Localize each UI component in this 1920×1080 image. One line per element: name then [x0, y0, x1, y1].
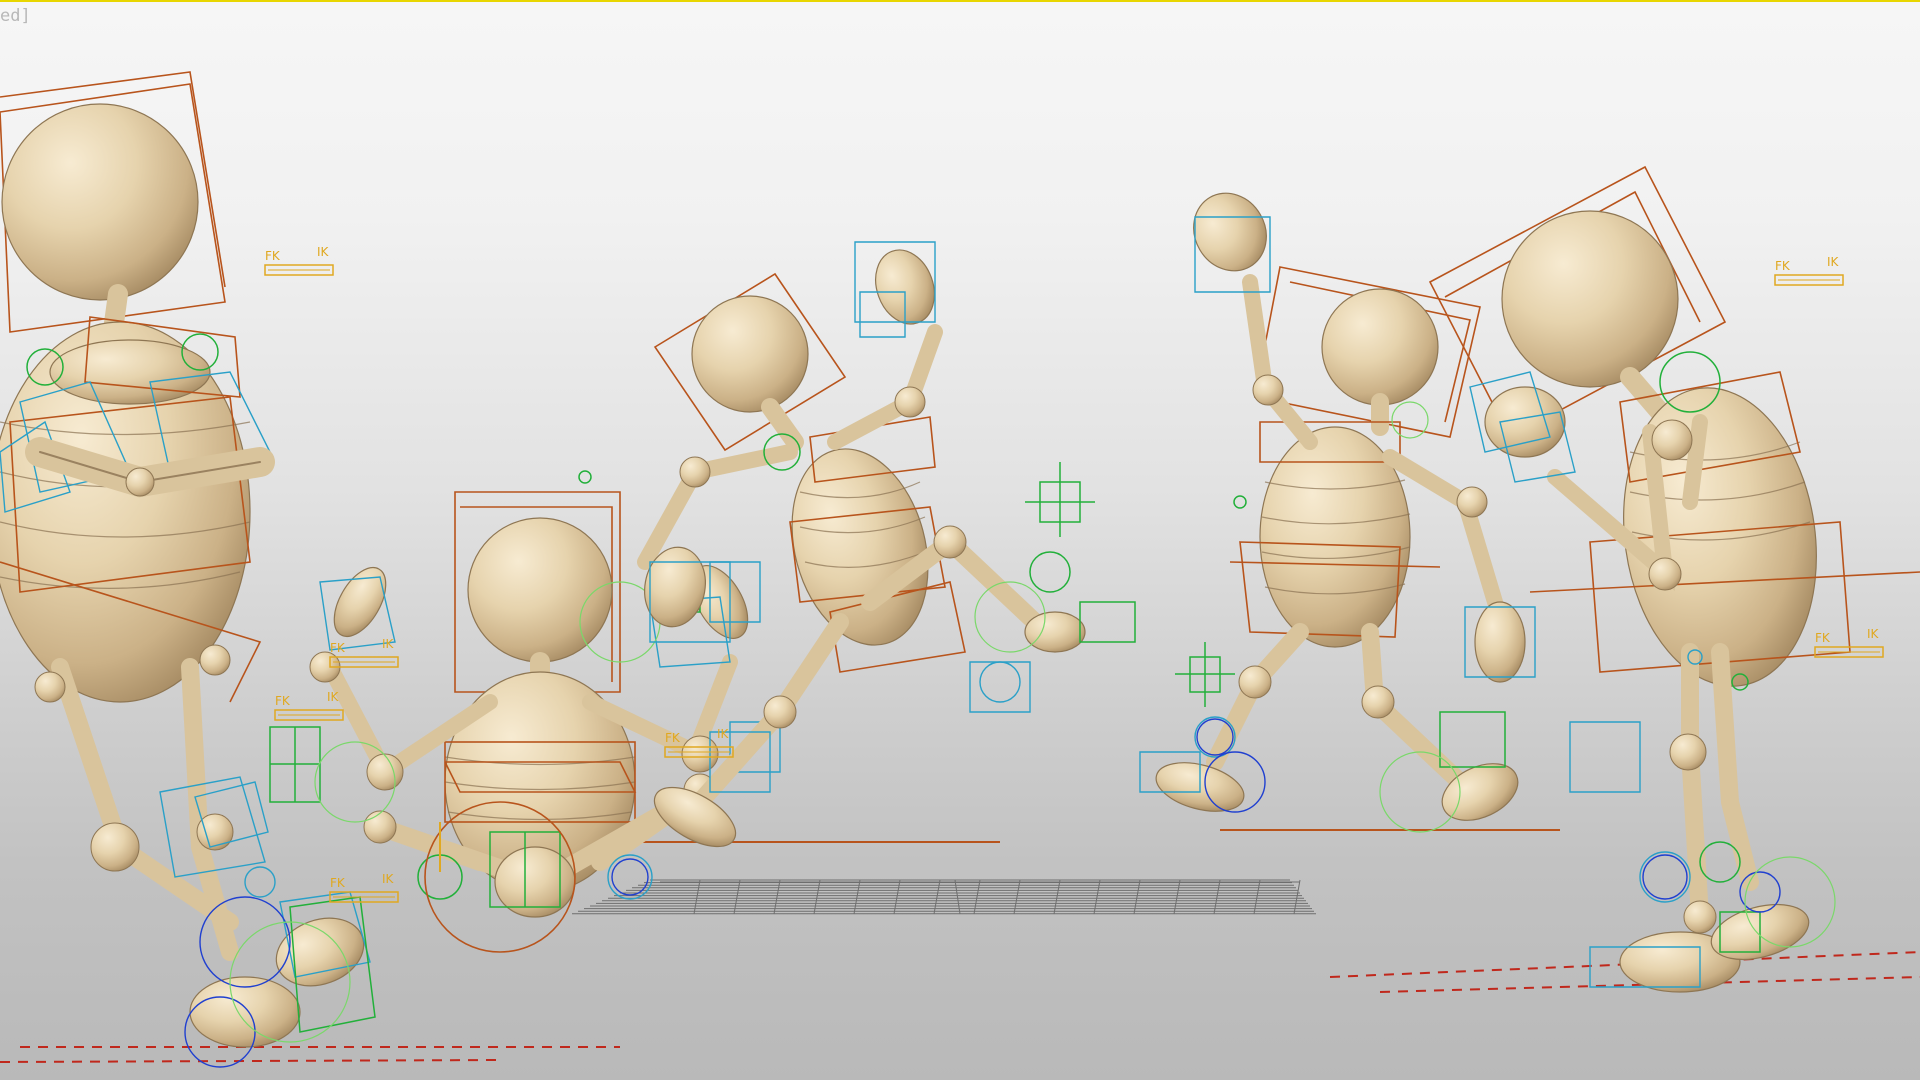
character-1[interactable] — [0, 71, 376, 1068]
fk-label: FK — [665, 731, 681, 745]
character-5-head — [1501, 210, 1679, 388]
scene-canvas[interactable]: FK IK FK IK FK IK FK IK FK IK FK IK FK IK — [0, 2, 1920, 1080]
ik-label: IK — [382, 872, 395, 886]
character-2-head — [467, 517, 613, 663]
ik-fk-switch[interactable]: FK IK — [274, 690, 344, 721]
character-4-head — [1321, 288, 1439, 406]
3d-viewport[interactable]: ed] FK IK FK IK FK IK FK IK FK IK FK IK … — [0, 0, 1920, 1080]
ik-label: IK — [717, 727, 730, 741]
ik-fk-switch[interactable]: FK IK — [264, 245, 334, 276]
ik-label: IK — [327, 690, 340, 704]
fk-label: FK — [1775, 259, 1791, 273]
fk-label: FK — [275, 694, 291, 708]
character-3-head — [691, 295, 809, 413]
fk-label: FK — [330, 641, 346, 655]
ik-fk-switch[interactable]: FK IK — [329, 872, 399, 903]
ik-label: IK — [382, 637, 395, 651]
ik-label: IK — [1827, 255, 1840, 269]
ik-label: IK — [1867, 627, 1880, 641]
fk-label: FK — [1815, 631, 1831, 645]
ik-fk-switch[interactable]: FK IK — [329, 637, 399, 668]
character-4[interactable] — [1139, 180, 1536, 833]
ik-fk-switch[interactable]: FK IK — [1774, 255, 1844, 286]
fk-label: FK — [330, 876, 346, 890]
ik-label: IK — [317, 245, 330, 259]
fk-label: FK — [265, 249, 281, 263]
character-3-torso — [791, 448, 929, 646]
character-5[interactable] — [1428, 165, 1920, 993]
character-1-head — [1, 103, 199, 301]
